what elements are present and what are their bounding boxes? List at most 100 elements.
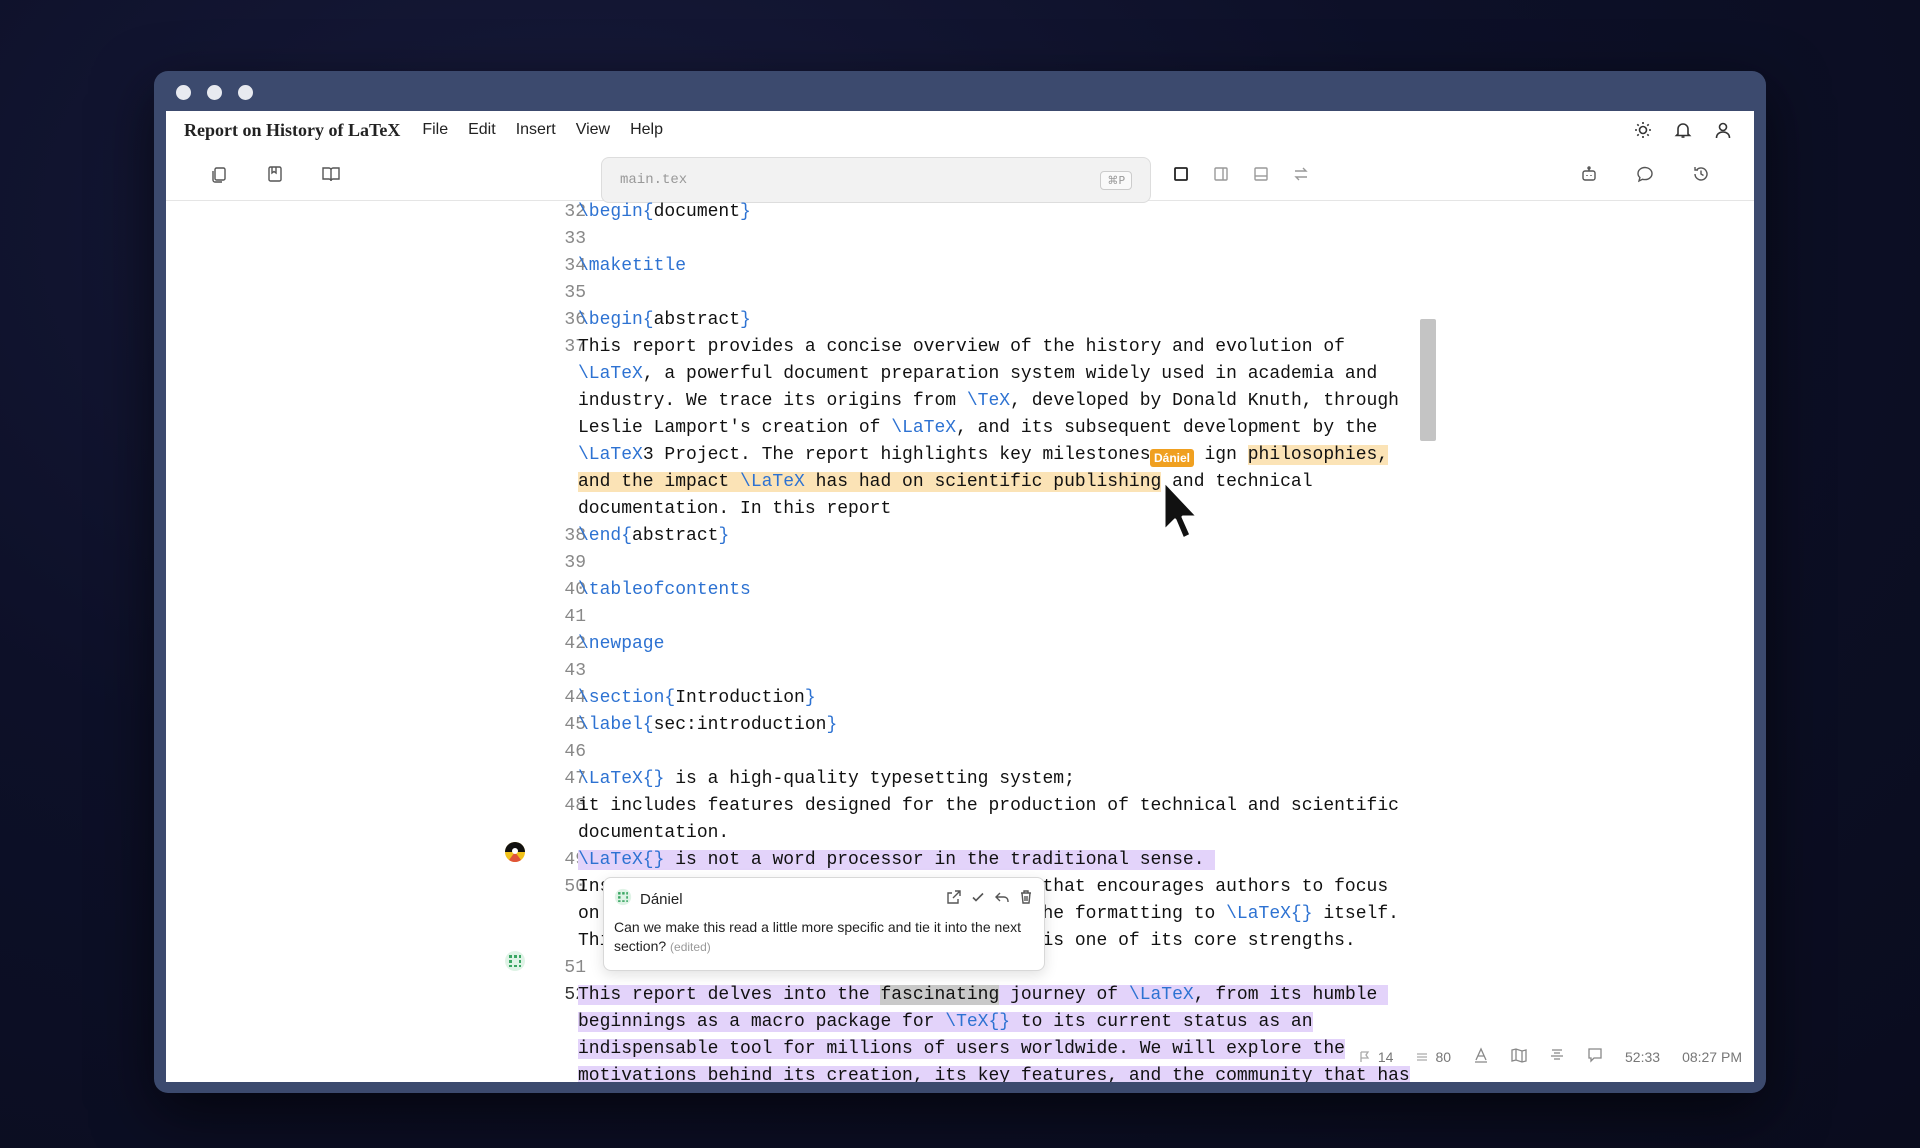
resolve-check-icon[interactable]	[970, 889, 986, 910]
menu-file[interactable]: File	[422, 121, 448, 139]
comment-avatar-icon	[614, 888, 632, 911]
split-horizontal-icon[interactable]	[1250, 163, 1272, 185]
code-line[interactable]: 34 \maketitle	[166, 253, 1754, 280]
code-line[interactable]: 46	[166, 739, 1754, 766]
align-center-icon[interactable]	[1549, 1047, 1565, 1066]
comment-author-avatar[interactable]	[504, 950, 526, 972]
code-line[interactable]: 33	[166, 226, 1754, 253]
code-text: Introduction	[675, 688, 805, 708]
code-line[interactable]: 43	[166, 658, 1754, 685]
code-line[interactable]: 45 \label{sec:introduction}	[166, 712, 1754, 739]
comment-popup[interactable]: Dániel Can we make this read a little mo…	[603, 877, 1045, 971]
latex-command: \TeX{}	[945, 1012, 1011, 1032]
code-line[interactable]: 48 it includes features designed for the …	[166, 793, 1754, 820]
line-code: beginnings as a macro package for \TeX{}…	[578, 1009, 1313, 1036]
line-code: documentation.	[578, 820, 729, 847]
code-line[interactable]: Leslie Lamport's creation of \LaTeX, and…	[166, 415, 1754, 442]
code-line[interactable]: industry. We trace its origins from \TeX…	[166, 388, 1754, 415]
document-title: Report on History of LaTeX	[184, 119, 401, 140]
files-icon[interactable]	[208, 163, 230, 185]
line-code: \tableofcontents	[578, 577, 751, 604]
line-number: 46	[564, 742, 586, 762]
file-search-input[interactable]: main.tex ⌘P	[601, 157, 1151, 203]
trash-icon[interactable]	[1018, 889, 1034, 910]
latex-command: }	[826, 715, 838, 735]
collaborator-cursor-label: Dániel	[1150, 449, 1195, 467]
code-line[interactable]: 42 \newpage	[166, 631, 1754, 658]
shortcut-badge: ⌘P	[1100, 170, 1132, 190]
code-line[interactable]: 47 \LaTeX{} is a high-quality typesetting…	[166, 766, 1754, 793]
code-line[interactable]: 40 \tableofcontents	[166, 577, 1754, 604]
menu-edit[interactable]: Edit	[468, 121, 496, 139]
minimize-window-button[interactable]	[207, 85, 222, 100]
code-line[interactable]: 35	[166, 280, 1754, 307]
code-text: itself.	[1312, 904, 1399, 924]
code-line[interactable]: beginnings as a macro package for \TeX{}…	[166, 1009, 1754, 1036]
user-icon[interactable]	[1712, 119, 1734, 141]
book-icon[interactable]	[320, 163, 342, 185]
open-external-icon[interactable]	[946, 889, 962, 910]
font-icon[interactable]	[1473, 1047, 1489, 1066]
clock-time: 08:27 PM	[1682, 1048, 1742, 1065]
latex-command: \newpage	[578, 634, 665, 654]
code-text: documentation. In this report	[578, 499, 892, 519]
status-count-b-value: 80	[1435, 1048, 1452, 1065]
mouse-pointer-icon	[1162, 479, 1200, 541]
code-line[interactable]: documentation.	[166, 820, 1754, 847]
line-code: motivations behind its creation, its key…	[578, 1063, 1410, 1082]
latex-command: }	[718, 526, 730, 546]
menu-insert[interactable]: Insert	[516, 121, 556, 139]
code-line[interactable]: 37 This report provides a concise overvie…	[166, 334, 1754, 361]
code-line[interactable]: \LaTeX3 Project. The report highlights k…	[166, 442, 1754, 469]
menu-help[interactable]: Help	[630, 121, 663, 139]
line-code: \LaTeX{} is not a word processor in the …	[578, 847, 1216, 874]
line-code: it includes features designed for the pr…	[578, 793, 1399, 820]
code-line[interactable]: and the impact \LaTeX has had on scienti…	[166, 469, 1754, 496]
reply-icon[interactable]	[994, 889, 1010, 910]
zoom-window-button[interactable]	[238, 85, 253, 100]
app-window: Report on History of LaTeX File Edit Ins…	[154, 71, 1766, 1093]
latex-command: \begin{	[578, 310, 654, 330]
latex-command: \end{	[578, 526, 633, 546]
code-line[interactable]: \LaTeX, a powerful document preparation …	[166, 361, 1754, 388]
bell-icon[interactable]	[1672, 119, 1694, 141]
menu-view[interactable]: View	[576, 121, 610, 139]
window-controls	[176, 85, 253, 100]
code-line[interactable]: 39	[166, 550, 1754, 577]
code-text: journey of	[999, 985, 1129, 1005]
code-line[interactable]: 38 \end{abstract}	[166, 523, 1754, 550]
line-number: 39	[564, 553, 586, 573]
code-text: 3 Project. The report highlights key mil…	[642, 445, 1151, 465]
latex-command: }	[804, 688, 816, 708]
code-line[interactable]: 32 \begin{document}	[166, 199, 1754, 226]
status-count-a[interactable]: 14	[1358, 1049, 1393, 1065]
editor-scrollbar[interactable]	[1420, 319, 1436, 441]
close-window-button[interactable]	[176, 85, 191, 100]
code-line[interactable]: 41	[166, 604, 1754, 631]
comment-icon[interactable]	[1634, 163, 1656, 185]
search-placeholder: main.tex	[620, 172, 688, 188]
sun-icon[interactable]	[1632, 119, 1654, 141]
swap-icon[interactable]	[1290, 163, 1312, 185]
collaborator-avatar[interactable]	[504, 841, 526, 863]
code-line[interactable]: documentation. In this report	[166, 496, 1754, 523]
status-count-b[interactable]: 80	[1415, 1049, 1451, 1065]
code-line[interactable]: 36 \begin{abstract}	[166, 307, 1754, 334]
map-icon[interactable]	[1511, 1047, 1527, 1066]
robot-icon[interactable]	[1578, 163, 1600, 185]
code-text: beginnings as a macro package for	[578, 1012, 946, 1032]
bookmark-icon[interactable]	[264, 163, 286, 185]
code-line[interactable]: 49 \LaTeX{} is not a word processor in th…	[166, 847, 1754, 874]
comments-toggle-icon[interactable]	[1587, 1047, 1603, 1066]
line-code: This report provides a concise overview …	[578, 334, 1345, 361]
code-text: This report provides a concise overview …	[578, 337, 1345, 357]
history-icon[interactable]	[1690, 163, 1712, 185]
split-vertical-icon[interactable]	[1210, 163, 1232, 185]
line-code: and the impact \LaTeX has had on scienti…	[578, 469, 1313, 496]
code-line[interactable]: 52 This report delves into the fascinatin…	[166, 982, 1754, 1009]
code-editor[interactable]: motivations behind its creation, its key…	[166, 201, 1754, 1082]
code-line[interactable]: 44 \section{Introduction}	[166, 685, 1754, 712]
line-code: \section{Introduction}	[578, 685, 816, 712]
line-number: 41	[564, 607, 586, 627]
single-pane-icon[interactable]	[1170, 163, 1192, 185]
